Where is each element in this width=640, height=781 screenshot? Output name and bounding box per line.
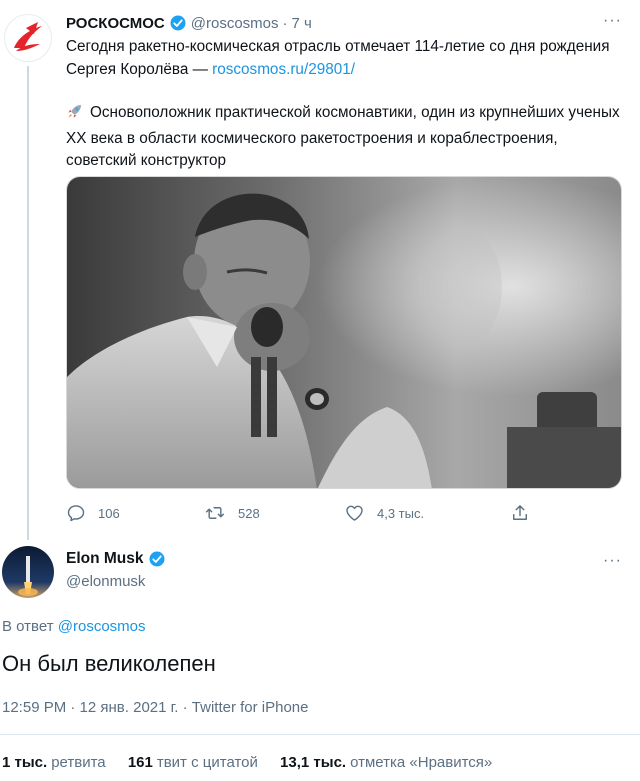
more-options-icon[interactable]: ···	[603, 12, 622, 30]
like-heart-icon	[346, 505, 363, 521]
tweet-paragraph-2: Основоположник практической космонавтики…	[66, 102, 622, 173]
reply-icon	[67, 505, 85, 522]
rocket-launch-avatar-image	[2, 546, 54, 598]
tweet-text-part-2: Основоположник практической космонавтики…	[66, 104, 620, 169]
likes-stat-label: отметка «Нравится»	[350, 754, 493, 771]
share-action[interactable]	[510, 500, 542, 526]
retweet-action[interactable]: 528	[204, 500, 260, 526]
quote-tweets-stat-label: твит с цитатой	[156, 754, 258, 771]
reply-action[interactable]: 106	[66, 500, 120, 526]
thread-line	[27, 66, 29, 540]
reply-tweet-text: Он был великолепен	[2, 651, 216, 676]
reply-author-name-row: Elon Musk	[66, 550, 170, 568]
more-options-icon[interactable]: ···	[603, 552, 622, 570]
retweets-stat-label: ретвита	[51, 754, 106, 771]
elon-musk-avatar[interactable]	[2, 546, 54, 598]
reply-prefix: В ответ	[2, 618, 54, 635]
tweet-header: РОСКОСМОС @roscosmos · 7 ч	[66, 12, 312, 34]
reply-author-handle[interactable]: @elonmusk	[66, 573, 145, 590]
author-handle[interactable]: @roscosmos	[191, 15, 279, 32]
share-icon	[513, 505, 527, 520]
reply-count: 106	[98, 505, 120, 521]
quote-tweets-stat[interactable]: 161 твит с цитатой	[128, 754, 258, 771]
reply-context: В ответ @roscosmos	[2, 618, 146, 635]
reply-to-handle-link[interactable]: @roscosmos	[58, 618, 146, 635]
rocket-emoji-icon	[66, 102, 84, 128]
roscosmos-logo-icon	[14, 22, 42, 51]
retweet-count: 528	[238, 505, 260, 521]
quote-tweets-stat-number: 161	[127, 754, 153, 771]
tweet-text: Сегодня ракетно-космическая отрасль отме…	[66, 36, 622, 173]
engagement-stats: 1 тыс. ретвита 161 твит с цитатой 13,1 тыс…	[2, 754, 510, 771]
korolev-photo-image	[67, 177, 621, 488]
like-action[interactable]: 4,3 тыс.	[344, 500, 424, 526]
tweet-link[interactable]: roscosmos.ru/29801/	[212, 61, 355, 78]
verified-badge-icon	[148, 550, 166, 568]
tweet-actions: 106 528 4,3 тыс.	[66, 500, 536, 526]
author-name[interactable]: РОСКОСМОС	[66, 15, 165, 32]
tweet-paragraph-1: Сегодня ракетно-космическая отрасль отме…	[66, 36, 622, 81]
likes-stat-number: 13,1 тыс.	[280, 754, 347, 771]
retweets-stat[interactable]: 1 тыс. ретвита	[2, 754, 106, 771]
retweet-icon	[205, 507, 225, 519]
like-count: 4,3 тыс.	[377, 505, 425, 521]
likes-stat[interactable]: 13,1 тыс. отметка «Нравится»	[280, 754, 492, 771]
tweet-meta[interactable]: 12:59 PM · 12 янв. 2021 г. · Twitter for…	[2, 699, 309, 716]
verified-badge-icon	[169, 14, 187, 32]
retweets-stat-number: 1 тыс.	[2, 754, 48, 771]
tweet-photo[interactable]	[66, 176, 622, 489]
divider	[0, 734, 640, 735]
separator-dot: ·	[282, 14, 288, 32]
roscosmos-avatar[interactable]	[4, 14, 52, 62]
tweet-roscosmos[interactable]: РОСКОСМОС @roscosmos · 7 ч ··· Сегодня р…	[0, 0, 640, 540]
reply-author-name[interactable]: Elon Musk	[66, 550, 144, 568]
tweet-time[interactable]: 7 ч	[292, 15, 312, 32]
